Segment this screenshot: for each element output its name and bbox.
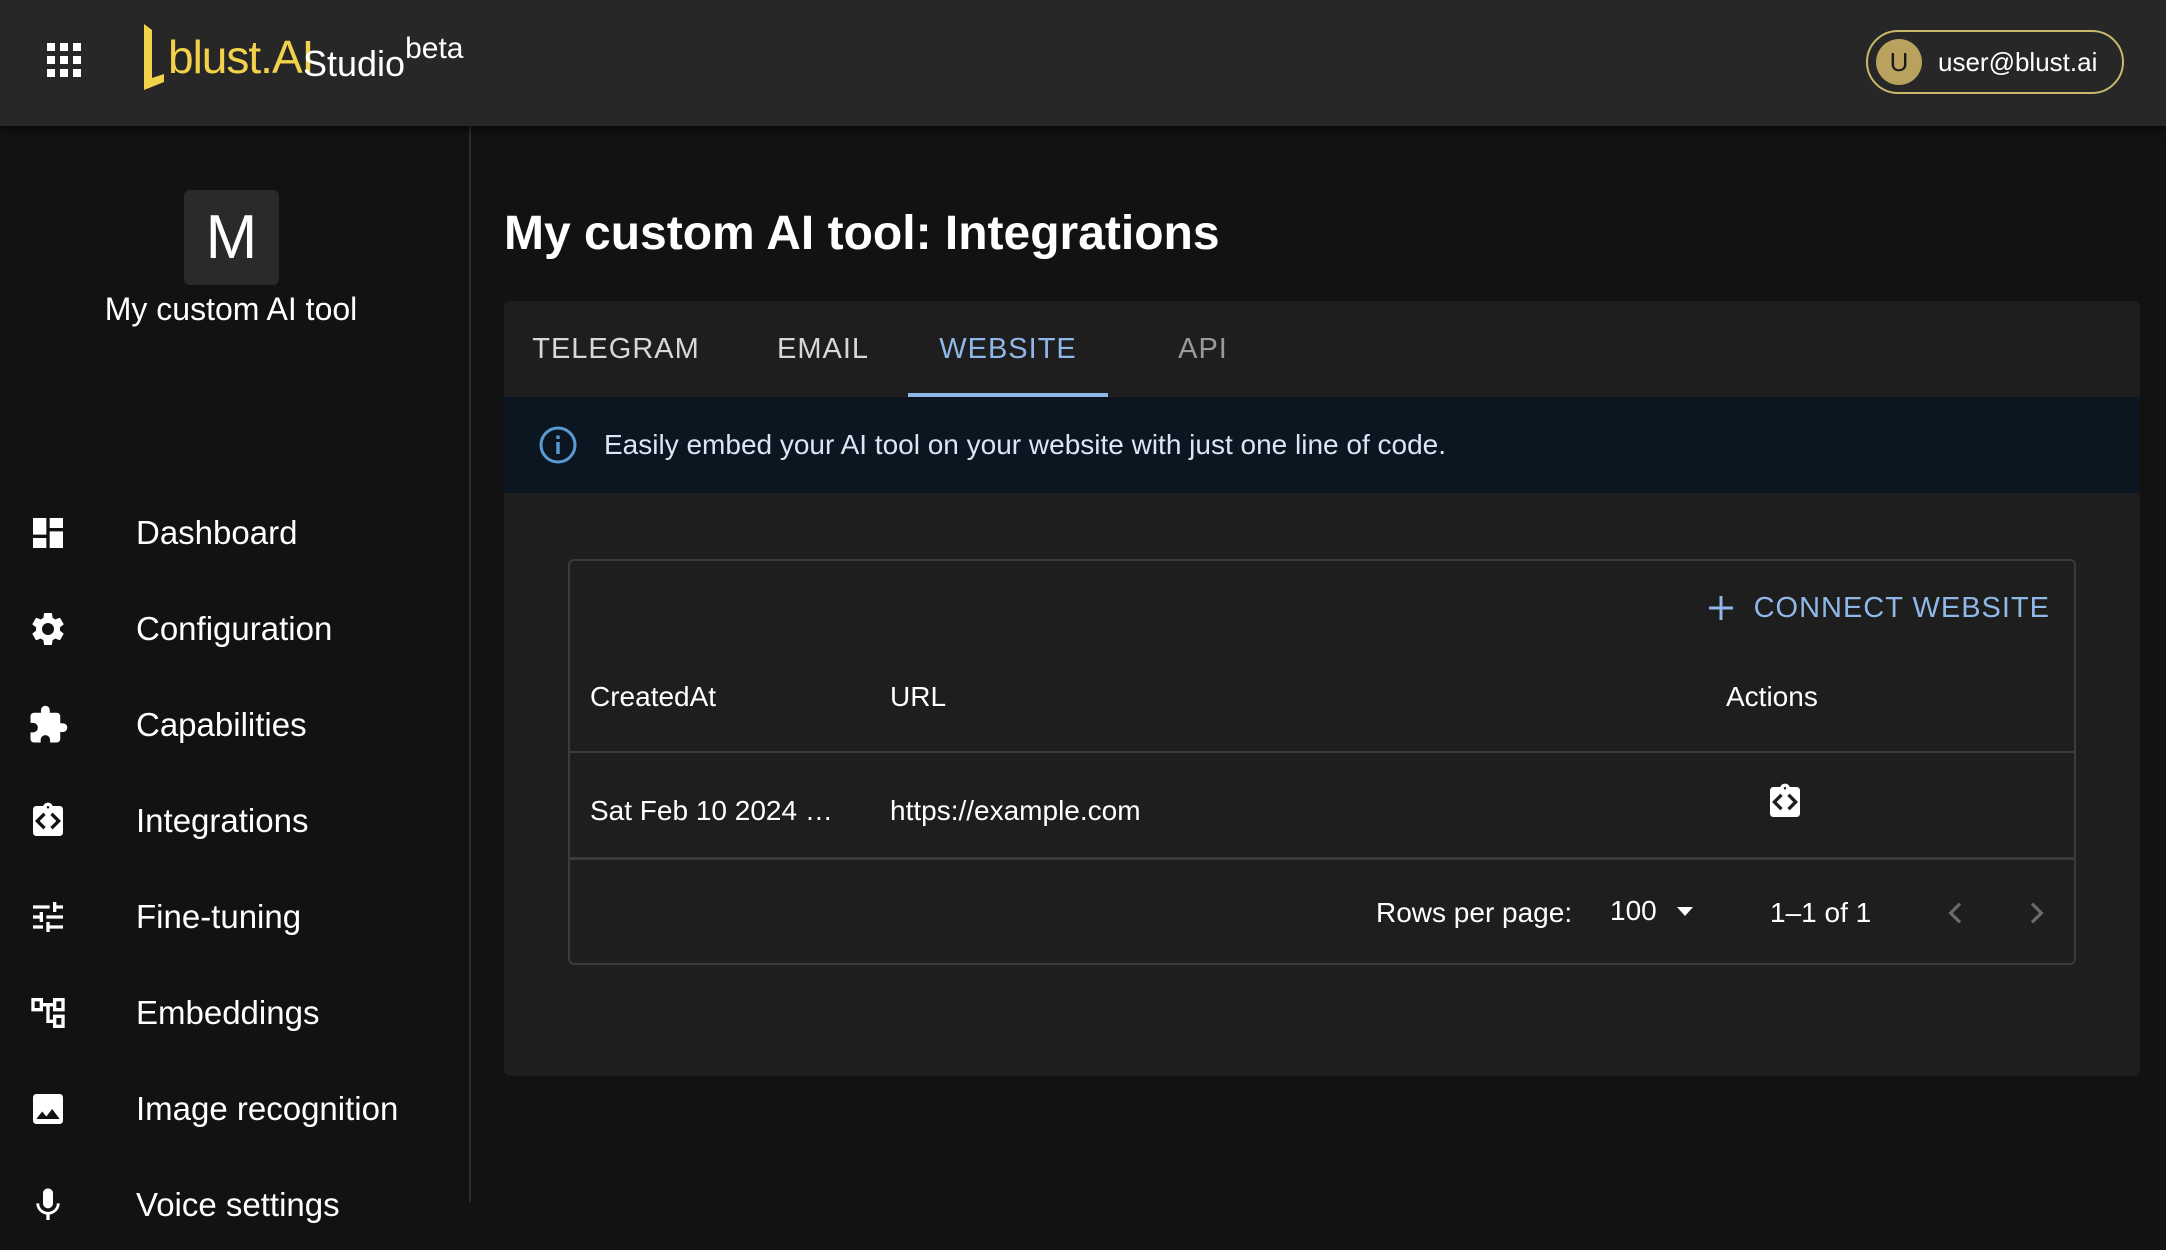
tool-avatar: M bbox=[184, 190, 279, 285]
apps-grid-icon bbox=[47, 43, 81, 77]
sidebar-item-label: Dashboard bbox=[136, 514, 298, 551]
logo-mark-icon bbox=[144, 24, 164, 90]
sidebar-item-label: Configuration bbox=[136, 610, 333, 647]
image-icon bbox=[26, 1087, 70, 1131]
tune-icon bbox=[26, 895, 70, 939]
sidebar-item-label: Fine-tuning bbox=[136, 898, 302, 935]
info-alert: Easily embed your AI tool on your websit… bbox=[504, 397, 2140, 493]
chevron-right-icon bbox=[2030, 902, 2044, 924]
product-name: Studiobeta bbox=[303, 34, 463, 84]
product-badge: beta bbox=[405, 32, 464, 65]
rows-per-page-select[interactable]: 100 bbox=[1610, 891, 1697, 931]
info-message: Easily embed your AI tool on your websit… bbox=[604, 429, 1447, 460]
sidebar-item-fine-tuning[interactable]: Fine-tuning bbox=[0, 872, 469, 962]
dashboard-icon bbox=[26, 511, 70, 555]
embed-code-icon bbox=[1770, 783, 1800, 817]
next-page-button[interactable] bbox=[2014, 891, 2058, 935]
pagination-range: 1–1 of 1 bbox=[1770, 897, 1872, 928]
integrations-panel: TELEGRAM EMAIL WEBSITE API Easily embed … bbox=[504, 301, 2140, 1076]
tab-bar: TELEGRAM EMAIL WEBSITE API bbox=[504, 301, 2140, 397]
column-header-url[interactable]: URL bbox=[890, 681, 946, 713]
tab-email[interactable]: EMAIL bbox=[728, 301, 918, 397]
sidebar-item-voice-settings[interactable]: Voice settings bbox=[0, 1160, 469, 1250]
chevron-down-icon bbox=[1676, 907, 1693, 916]
sidebar-item-image-recognition[interactable]: Image recognition bbox=[0, 1064, 469, 1154]
column-header-createdat[interactable]: CreatedAt bbox=[590, 681, 716, 713]
cell-created-at: Sat Feb 10 2024 … bbox=[590, 795, 833, 826]
sidebar-item-embeddings[interactable]: Embeddings bbox=[0, 968, 469, 1058]
sidebar: M My custom AI tool Dashboard Configurat… bbox=[0, 126, 471, 1223]
websites-data-grid: CONNECT WEBSITE CreatedAt URL Actions Sa… bbox=[568, 559, 2076, 965]
footer-divider bbox=[570, 857, 2074, 860]
sidebar-item-label: Voice settings bbox=[136, 1186, 340, 1223]
sidebar-item-dashboard[interactable]: Dashboard bbox=[0, 488, 469, 578]
sidebar-item-configuration[interactable]: Configuration bbox=[0, 584, 469, 674]
connect-website-button[interactable]: CONNECT WEBSITE bbox=[1706, 583, 2050, 633]
sidebar-item-label: Capabilities bbox=[136, 706, 307, 743]
embed-code-button[interactable] bbox=[1763, 780, 1807, 824]
sidebar-item-label: Image recognition bbox=[136, 1090, 399, 1127]
connect-website-label: CONNECT WEBSITE bbox=[1753, 591, 2050, 624]
tab-website[interactable]: WEBSITE bbox=[908, 301, 1108, 397]
brand-logo[interactable]: blust.AI bbox=[142, 22, 314, 92]
sidebar-item-integrations[interactable]: Integrations bbox=[0, 776, 469, 866]
tab-api[interactable]: API bbox=[1108, 301, 1298, 397]
header-divider bbox=[570, 751, 2074, 753]
microphone-icon bbox=[26, 1183, 70, 1227]
tool-name: My custom AI tool bbox=[104, 291, 358, 327]
sidebar-item-label: Integrations bbox=[136, 802, 309, 839]
avatar: U bbox=[1876, 39, 1922, 85]
plus-icon bbox=[1708, 596, 1733, 620]
cell-url: https://example.com bbox=[890, 795, 1141, 826]
info-icon bbox=[539, 426, 577, 464]
product-name-text: Studio bbox=[303, 43, 406, 84]
sidebar-item-label: Embeddings bbox=[136, 994, 320, 1031]
gear-icon bbox=[26, 607, 70, 651]
column-header-actions: Actions bbox=[1726, 681, 1818, 712]
top-app-bar: blust.AI Studiobeta U user@blust.ai bbox=[0, 0, 2166, 126]
tab-telegram[interactable]: TELEGRAM bbox=[504, 301, 728, 397]
integration-icon bbox=[26, 799, 70, 843]
page-title: My custom AI tool: Integrations bbox=[504, 207, 1220, 260]
previous-page-button[interactable] bbox=[1934, 891, 1978, 935]
apps-grid-button[interactable] bbox=[40, 36, 88, 84]
user-email: user@blust.ai bbox=[1938, 46, 2098, 77]
chevron-left-icon bbox=[1948, 902, 1962, 924]
puzzle-icon bbox=[26, 703, 70, 747]
embeddings-icon bbox=[26, 991, 70, 1035]
rows-per-page-label: Rows per page: bbox=[1376, 897, 1573, 928]
sidebar-item-capabilities[interactable]: Capabilities bbox=[0, 680, 469, 770]
rows-per-page-value: 100 bbox=[1610, 895, 1657, 926]
logo-text: blust.AI bbox=[168, 31, 314, 83]
user-account-chip[interactable]: U user@blust.ai bbox=[1866, 30, 2124, 94]
